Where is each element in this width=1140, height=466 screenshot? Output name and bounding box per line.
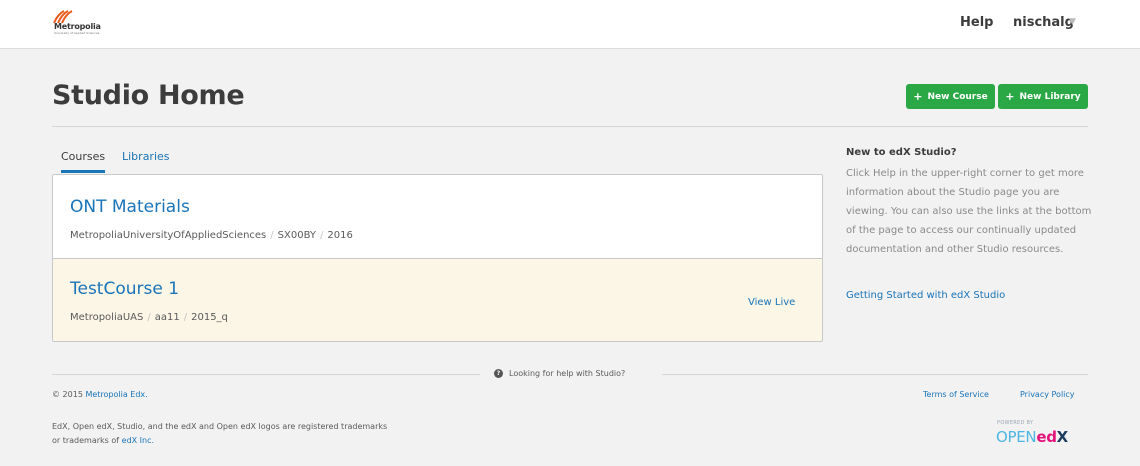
metropolia-logo[interactable]: Metropolia University of Applied Science…: [52, 10, 112, 38]
view-live-link[interactable]: View Live: [748, 297, 795, 308]
question-circle-icon: ?: [494, 369, 503, 378]
trademark-text: EdX, Open edX, Studio, and the edX and O…: [52, 422, 388, 445]
openedx-open: OPEN: [996, 428, 1037, 446]
new-library-label: New Library: [1019, 91, 1081, 102]
course-run: 2016: [327, 230, 353, 241]
help-link[interactable]: Help: [960, 15, 993, 30]
footer-divider: [662, 374, 1088, 375]
tab-libraries[interactable]: Libraries: [122, 150, 170, 163]
openedx-x: X: [1056, 428, 1069, 446]
openedx-ed: ed: [1036, 428, 1057, 446]
course-run: 2015_q: [191, 312, 228, 323]
help-prompt[interactable]: ? Looking for help with Studio?: [494, 369, 625, 378]
separator: /: [183, 312, 188, 323]
getting-started-link[interactable]: Getting Started with edX Studio: [846, 290, 1005, 301]
separator: /: [270, 230, 274, 241]
course-item[interactable]: ONT Materials MetropoliaUniversityOfAppl…: [53, 175, 822, 259]
copyright-text: © 2015: [52, 390, 83, 399]
page-title: Studio Home: [52, 80, 245, 111]
openedx-wordmark: OPENedX: [996, 428, 1068, 446]
new-course-button[interactable]: + New Course: [906, 84, 995, 109]
separator: /: [320, 230, 324, 241]
course-number: aa11: [154, 312, 180, 323]
terms-of-service-link[interactable]: Terms of Service: [923, 390, 989, 399]
logo-subtext: University of Applied Sciences: [54, 31, 100, 35]
tab-courses[interactable]: Courses: [61, 150, 105, 163]
course-list: ONT Materials MetropoliaUniversityOfAppl…: [52, 174, 823, 342]
separator: /: [147, 312, 151, 323]
title-divider: [52, 126, 1088, 127]
edx-inc-link[interactable]: edX Inc.: [122, 436, 154, 445]
privacy-policy-link[interactable]: Privacy Policy: [1020, 390, 1075, 399]
course-title[interactable]: TestCourse 1: [70, 279, 179, 299]
chevron-down-icon[interactable]: ▼: [1069, 17, 1076, 27]
trademark-notice: EdX, Open edX, Studio, and the edX and O…: [52, 420, 392, 448]
course-item[interactable]: TestCourse 1 MetropoliaUAS / aa11/2015_q V…: [53, 259, 822, 341]
course-metadata: MetropoliaUniversityOfAppliedSciences / SX…: [70, 230, 353, 241]
course-title[interactable]: ONT Materials: [70, 197, 190, 217]
new-course-label: New Course: [927, 91, 988, 102]
course-org: MetropoliaUniversityOfAppliedSciences: [70, 230, 267, 241]
course-org: MetropoliaUAS: [70, 312, 144, 323]
plus-icon: +: [913, 90, 923, 103]
logo-text: Metropolia: [54, 22, 101, 31]
powered-by-openedx-logo[interactable]: POWERED BY OPENedX: [996, 418, 1086, 452]
copyright: © 2015 Metropolia Edx.: [52, 390, 148, 399]
active-tab-indicator: [61, 170, 105, 173]
header: Metropolia University of Applied Science…: [0, 0, 1140, 49]
help-prompt-text: Looking for help with Studio?: [509, 369, 626, 378]
footer-divider: [52, 374, 480, 375]
course-number: SX00BY: [277, 230, 316, 241]
copyright-link[interactable]: Metropolia Edx.: [85, 390, 147, 399]
user-menu[interactable]: nischalg: [1013, 15, 1074, 30]
plus-icon: +: [1005, 90, 1015, 103]
powered-by-text: POWERED BY: [997, 420, 1034, 426]
course-metadata: MetropoliaUAS / aa11/2015_q: [70, 312, 228, 323]
new-library-button[interactable]: + New Library: [998, 84, 1088, 109]
sidebar-title: New to edX Studio?: [846, 147, 957, 158]
sidebar-text: Click Help in the upper-right corner to …: [846, 168, 1092, 255]
